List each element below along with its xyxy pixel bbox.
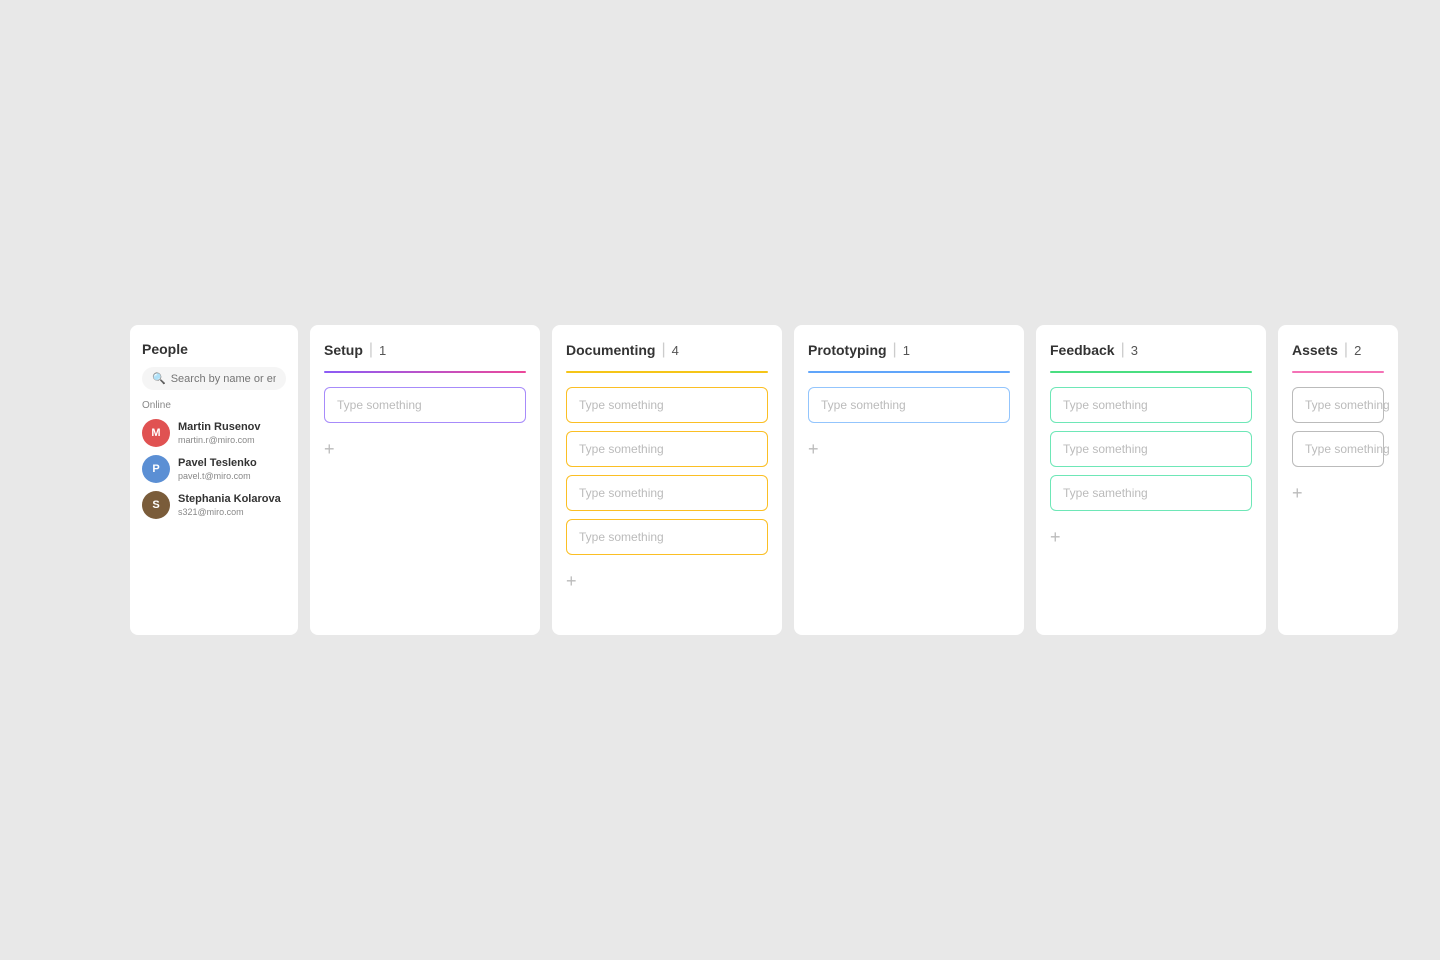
people-panel: People 🔍 Online M Martin Rusenov martin.… [130,325,298,635]
card-item[interactable]: Type something [1050,431,1252,467]
add-card-button[interactable]: + [324,437,526,462]
column-divider: | [369,341,373,359]
columns-container: Setup | 1 Type something + Documenting |… [310,325,1266,635]
online-label: Online [142,400,286,411]
user-info: Pavel Teslenko pavel.t@miro.com [178,457,257,480]
column-divider: | [1121,341,1125,359]
assets-header: Assets | 2 [1292,341,1384,359]
column-count: 1 [379,343,386,358]
user-item: M Martin Rusenov martin.r@miro.com [142,419,286,447]
column-divider: | [661,341,665,359]
column-title: Setup [324,342,363,358]
column-setup: Setup | 1 Type something + [310,325,540,635]
column-title: Prototyping [808,342,887,358]
add-card-button[interactable]: + [808,437,1010,462]
card-item[interactable]: Type something [566,387,768,423]
user-info: Martin Rusenov martin.r@miro.com [178,421,261,444]
assets-panel: Assets | 2 Type somethingType something … [1278,325,1398,635]
user-name: Martin Rusenov [178,421,261,434]
user-list: M Martin Rusenov martin.r@miro.com P Pav… [142,419,286,519]
column-header: Feedback | 3 [1050,341,1252,359]
column-header: Prototyping | 1 [808,341,1010,359]
user-email: pavel.t@miro.com [178,471,257,481]
column-title: Feedback [1050,342,1115,358]
column-line [1050,371,1252,373]
user-info: Stephania Kolarova s321@miro.com [178,493,281,516]
assets-add-button[interactable]: + [1292,481,1303,506]
card-item[interactable]: Type something [324,387,526,423]
column-header: Setup | 1 [324,341,526,359]
card-item[interactable]: Type something [808,387,1010,423]
search-icon: 🔍 [152,372,166,385]
add-card-button[interactable]: + [566,569,768,594]
column-documenting: Documenting | 4 Type something Type some… [552,325,782,635]
board-container: People 🔍 Online M Martin Rusenov martin.… [130,325,1398,635]
column-count: 3 [1131,343,1138,358]
user-name: Stephania Kolarova [178,493,281,506]
assets-divider: | [1344,341,1348,359]
assets-card-item[interactable]: Type something [1292,387,1384,423]
column-line [324,371,526,373]
search-box[interactable]: 🔍 [142,367,286,390]
user-email: s321@miro.com [178,507,281,517]
assets-cards: Type something Type something [1292,387,1384,467]
user-item: S Stephania Kolarova s321@miro.com [142,491,286,519]
user-name: Pavel Teslenko [178,457,257,470]
avatar: S [142,491,170,519]
assets-card-item[interactable]: Type something [1292,431,1384,467]
column-count: 4 [672,343,679,358]
card-item[interactable]: Type something [566,519,768,555]
people-title: People [142,341,286,357]
user-item: P Pavel Teslenko pavel.t@miro.com [142,455,286,483]
column-header: Documenting | 4 [566,341,768,359]
user-email: martin.r@miro.com [178,435,261,445]
assets-line [1292,371,1384,373]
assets-count: 2 [1354,343,1361,358]
assets-title: Assets [1292,342,1338,358]
column-title: Documenting [566,342,655,358]
card-item[interactable]: Type samething [1050,475,1252,511]
column-divider: | [893,341,897,359]
column-count: 1 [903,343,910,358]
card-item[interactable]: Type something [566,431,768,467]
search-input[interactable] [171,373,276,385]
add-card-button[interactable]: + [1050,525,1252,550]
column-line [808,371,1010,373]
column-line [566,371,768,373]
avatar: M [142,419,170,447]
card-item[interactable]: Type something [566,475,768,511]
card-item[interactable]: Type something [1050,387,1252,423]
column-feedback: Feedback | 3 Type something Type somethi… [1036,325,1266,635]
avatar: P [142,455,170,483]
column-prototyping: Prototyping | 1 Type something + [794,325,1024,635]
